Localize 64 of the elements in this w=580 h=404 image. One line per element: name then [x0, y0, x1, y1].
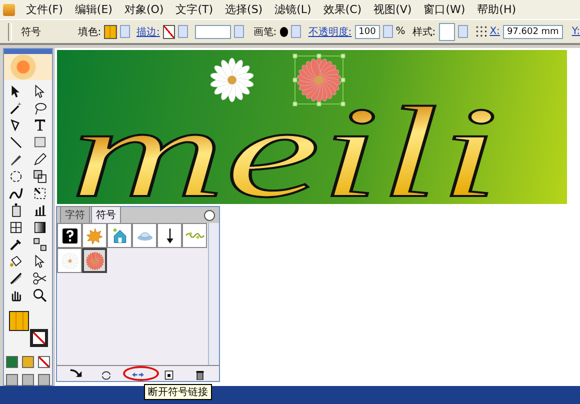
symbol-swatch[interactable] [182, 223, 207, 248]
menu-item[interactable]: 选择(S) [224, 2, 264, 17]
menu-item[interactable]: 编辑(E) [74, 2, 114, 17]
fill-swatch[interactable] [104, 24, 117, 38]
opacity-field[interactable]: 100 [354, 24, 380, 38]
menu-item[interactable]: 帮助(H) [476, 2, 518, 17]
symbol-swatch[interactable] [57, 223, 82, 248]
blend-icon[interactable] [31, 236, 49, 253]
symbol-swatch[interactable] [82, 248, 107, 273]
leaf-icon [84, 226, 104, 246]
fill-color-swatch[interactable] [9, 311, 29, 331]
magnifier-icon[interactable] [31, 287, 49, 304]
symbol-swatch[interactable] [57, 248, 82, 273]
none-swatch[interactable] [38, 356, 50, 368]
opacity-link[interactable]: 不透明度: [308, 24, 352, 38]
stroke-swatch[interactable] [162, 24, 176, 38]
panel-tab[interactable]: 符号 [91, 206, 121, 223]
style-swatch[interactable] [438, 22, 456, 40]
menu-item[interactable]: 对象(O) [123, 2, 165, 17]
panel-menu-icon[interactable] [204, 210, 215, 221]
vine-icon [184, 231, 204, 240]
fill-label: 填色: [78, 26, 102, 38]
panel-label: 符号 [20, 26, 41, 38]
place-symbol-icon [69, 369, 84, 378]
scale-icon[interactable] [31, 168, 49, 185]
stroke-weight-field[interactable] [195, 24, 232, 38]
y-label: Y: [572, 26, 580, 37]
symbol-swatch[interactable] [132, 223, 157, 248]
x-label: X: [490, 26, 500, 37]
daisy-symbol[interactable] [210, 58, 254, 102]
menu-item[interactable]: 窗口(W) [422, 2, 466, 17]
stroke-color-swatch[interactable] [30, 329, 48, 347]
gradient-swatch[interactable] [22, 356, 34, 368]
menu-item[interactable]: 文字(T) [174, 2, 214, 17]
tooltip: 断开符号链接 [144, 384, 212, 400]
app-icon [3, 4, 15, 16]
scissors-icon[interactable] [31, 270, 49, 287]
stroke-label: 描边: [136, 26, 160, 38]
x-field[interactable]: 97.602 mm [502, 24, 563, 38]
symbol-swatch[interactable] [107, 223, 132, 248]
panel-tab[interactable]: 字符 [60, 206, 90, 223]
reference-point-icon[interactable] [475, 25, 487, 38]
meili-text-artwork: meili [70, 80, 500, 204]
menu-item[interactable]: 视图(V) [372, 2, 413, 17]
daisy-icon [60, 250, 80, 270]
symbol-swatch[interactable] [157, 223, 182, 248]
percent-sign: % [396, 26, 406, 37]
color-swatch[interactable] [6, 356, 18, 368]
brush-dot-icon[interactable] [280, 26, 288, 36]
style-label: 样式: [412, 26, 436, 38]
scrollbar[interactable] [208, 223, 219, 365]
screen-mode-icon[interactable] [6, 374, 18, 386]
brush-label: 画笔: [253, 26, 277, 38]
circle-annotation [122, 366, 159, 381]
pencil-icon[interactable] [31, 151, 49, 168]
flower-logo [4, 54, 52, 80]
symbol-swatch[interactable] [82, 223, 107, 248]
screen-mode-icon[interactable] [38, 374, 50, 386]
gerbera-icon [84, 250, 104, 270]
menu-item[interactable]: 滤镜(L) [274, 2, 312, 17]
question-mark-icon [60, 226, 80, 246]
screen-mode-icon[interactable] [22, 374, 34, 386]
menu-item[interactable]: 文件(F) [25, 2, 64, 17]
menu-item[interactable]: 效果(C) [322, 2, 363, 17]
